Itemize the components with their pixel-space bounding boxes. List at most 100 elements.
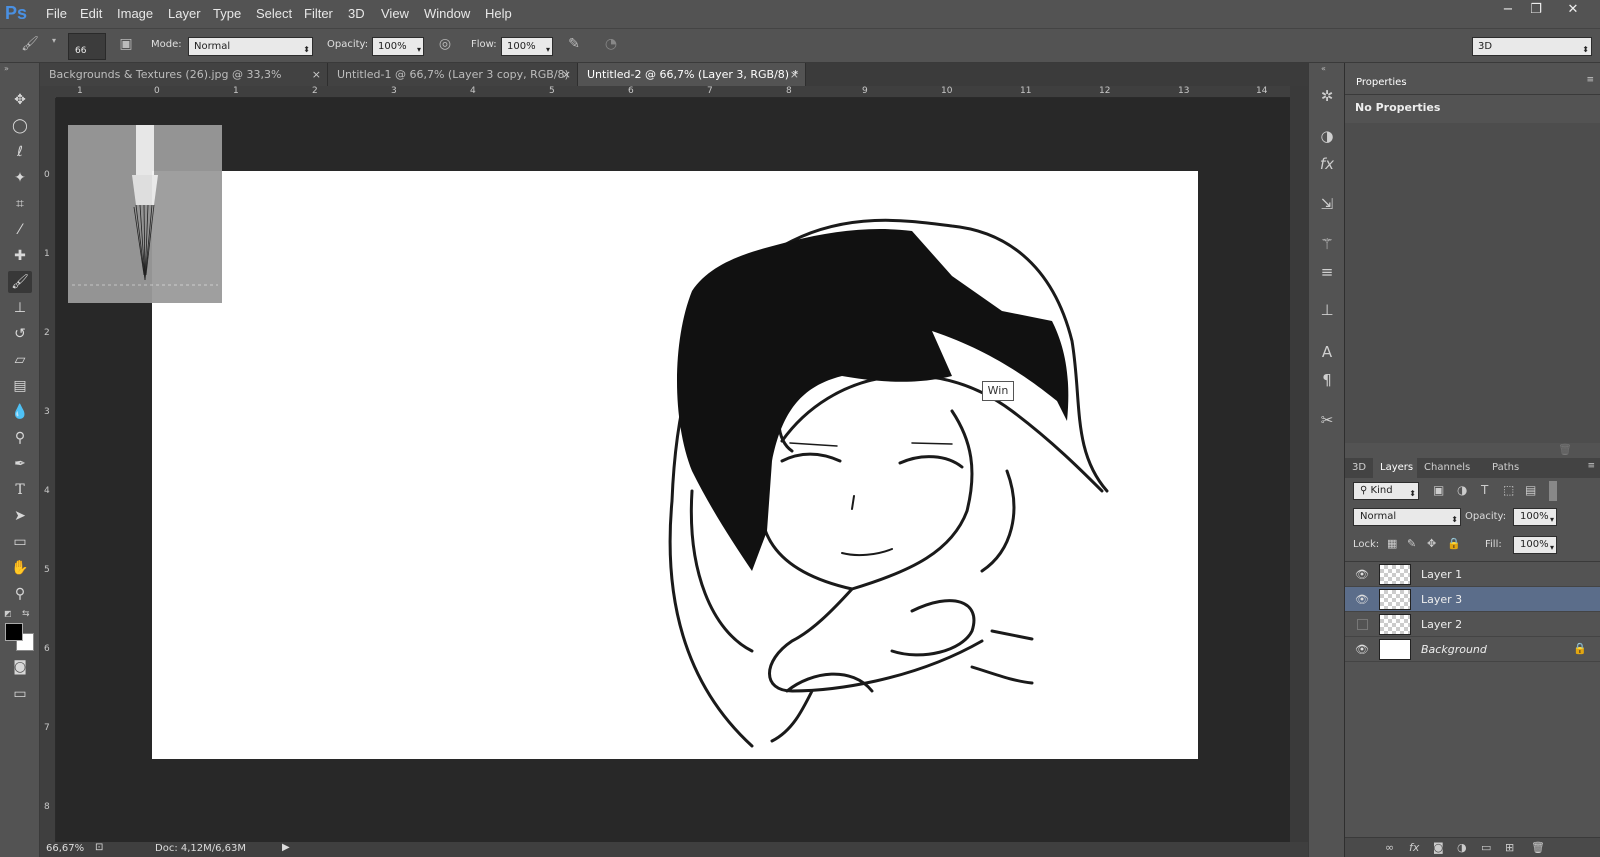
healing-tool-icon[interactable]: ✚	[8, 245, 32, 267]
airbrush-icon[interactable]: ✎	[564, 36, 584, 56]
brush-tool-icon[interactable]: 🖌	[8, 271, 32, 293]
workspace-select[interactable]: 3D ⬍	[1472, 37, 1592, 56]
menu-window[interactable]: Window	[424, 6, 470, 21]
stamp-tool-icon[interactable]: ⊥	[8, 297, 32, 319]
layer-row-background[interactable]: 👁 Background 🔒	[1345, 637, 1600, 662]
menu-image[interactable]: Image	[117, 6, 153, 21]
fx-icon[interactable]: fx	[1409, 841, 1419, 854]
eraser-tool-icon[interactable]: ▱	[8, 349, 32, 371]
trash-icon[interactable]: 🗑	[1558, 443, 1572, 456]
menu-help[interactable]: Help	[485, 6, 512, 21]
group-icon[interactable]: ▭	[1481, 841, 1491, 854]
eye-icon[interactable]: 👁	[1355, 643, 1369, 657]
menu-edit[interactable]: Edit	[80, 6, 102, 21]
zoom-level[interactable]: 66,67%	[46, 843, 84, 854]
tool-presets-icon[interactable]: ⊥	[1315, 299, 1339, 321]
brush-presets-icon[interactable]: ⚚	[1315, 233, 1339, 255]
paragraph-icon[interactable]: ¶	[1315, 369, 1339, 391]
tab-backgrounds[interactable]: Backgrounds & Textures (26).jpg @ 33,3% …	[40, 63, 328, 104]
menu-type[interactable]: Type	[213, 6, 241, 21]
eye-icon[interactable]: 👁	[1355, 593, 1369, 607]
opacity-field[interactable]: 100% ▾	[372, 37, 424, 56]
layer-row-2[interactable]: Layer 2	[1345, 612, 1600, 637]
canvas-area[interactable]: Win	[56, 98, 1308, 842]
pressure-opacity-icon[interactable]: ◎	[435, 36, 455, 56]
mode-select[interactable]: Normal ⬍	[188, 37, 313, 56]
minimize-button[interactable]: −	[1495, 2, 1521, 20]
brush-panel-icon[interactable]: ▣	[116, 36, 136, 56]
hand-tool-icon[interactable]: ✋	[8, 557, 32, 579]
pressure-size-icon[interactable]: ◔	[601, 36, 621, 56]
close-button[interactable]: ✕	[1560, 2, 1586, 20]
filter-shape-icon[interactable]: ⬚	[1503, 483, 1514, 497]
vertical-scrollbar[interactable]	[1290, 86, 1308, 842]
play-icon[interactable]: ▶	[282, 842, 290, 853]
foreground-color-swatch[interactable]	[5, 623, 23, 641]
close-tab-icon[interactable]: ×	[790, 63, 799, 86]
hidden-eye-box[interactable]	[1357, 619, 1368, 630]
brush-tool-preset-icon[interactable]: 🖌	[20, 36, 40, 56]
screen-mode-icon[interactable]: ▭	[8, 683, 32, 705]
marquee-tool-icon[interactable]: ◯	[8, 115, 32, 137]
tab-channels[interactable]: Channels	[1417, 458, 1478, 478]
new-layer-icon[interactable]: ⊞	[1505, 841, 1514, 854]
type-tool-icon[interactable]: T	[8, 479, 32, 501]
lasso-tool-icon[interactable]: ℓ	[8, 141, 32, 163]
panel-menu-icon[interactable]: ≡	[1587, 461, 1595, 471]
swap-colors-icon[interactable]: ⇆	[22, 609, 30, 619]
doc-info-icon[interactable]: ⊡	[95, 842, 103, 853]
tab-untitled-1[interactable]: Untitled-1 @ 66,7% (Layer 3 copy, RGB/8)…	[328, 63, 578, 104]
adjustment-icon[interactable]: ◑	[1457, 841, 1467, 854]
lock-position-icon[interactable]: ✥	[1427, 537, 1436, 550]
flow-field[interactable]: 100% ▾	[501, 37, 553, 56]
tab-layers[interactable]: Layers	[1373, 458, 1421, 478]
lock-pixels-icon[interactable]: ✎	[1407, 537, 1416, 550]
menu-file[interactable]: File	[46, 6, 67, 21]
eye-icon[interactable]: 👁	[1355, 568, 1369, 582]
close-tab-icon[interactable]: ×	[562, 63, 571, 86]
layer-row-1[interactable]: 👁 Layer 1	[1345, 562, 1600, 587]
shape-tool-icon[interactable]: ▭	[8, 531, 32, 553]
restore-button[interactable]: ❐	[1523, 2, 1549, 20]
adjustments-icon[interactable]: ◑	[1315, 125, 1339, 147]
menu-view[interactable]: View	[381, 6, 409, 21]
lock-transparent-icon[interactable]: ▦	[1387, 537, 1397, 550]
default-colors-icon[interactable]: ◩	[4, 609, 14, 619]
menu-3d[interactable]: 3D	[348, 6, 365, 21]
filter-smart-object-icon[interactable]: ▤	[1525, 483, 1536, 497]
trash-icon[interactable]: 🗑	[1531, 841, 1545, 854]
3d-axis-icon[interactable]: ✲	[1315, 85, 1339, 107]
menu-layer[interactable]: Layer	[168, 6, 201, 21]
clone-source-icon[interactable]: ⇲	[1315, 193, 1339, 215]
crop-tool-icon[interactable]: ⌗	[8, 193, 32, 215]
fill-field[interactable]: 100% ▾	[1513, 536, 1557, 554]
lock-all-icon[interactable]: 🔒	[1447, 537, 1461, 550]
close-tab-icon[interactable]: ×	[312, 63, 321, 86]
collapse-icon[interactable]: »	[4, 64, 9, 73]
brush-size-picker[interactable]: 66	[68, 33, 106, 60]
tab-untitled-2[interactable]: Untitled-2 @ 66,7% (Layer 3, RGB/8) * ×	[578, 63, 806, 86]
eyedropper-tool-icon[interactable]: ⁄	[8, 219, 32, 241]
filter-toggle[interactable]	[1549, 481, 1557, 501]
tab-paths[interactable]: Paths	[1485, 458, 1527, 478]
styles-icon[interactable]: fx	[1315, 153, 1339, 175]
link-icon[interactable]: ∞	[1385, 841, 1394, 854]
zoom-tool-icon[interactable]: ⚲	[8, 583, 32, 605]
layer-row-3[interactable]: 👁 Layer 3	[1345, 587, 1600, 612]
character-icon[interactable]: A	[1315, 341, 1339, 363]
mask-icon[interactable]: ◙	[1433, 841, 1444, 854]
tools-icon[interactable]: ✂	[1315, 409, 1339, 431]
move-tool-icon[interactable]: ✥	[8, 89, 32, 111]
pen-tool-icon[interactable]: ✒	[8, 453, 32, 475]
chevron-down-icon[interactable]: ▾	[44, 36, 64, 56]
filter-adjustment-icon[interactable]: ◑	[1457, 483, 1467, 497]
collapse-icon[interactable]: «	[1321, 64, 1326, 73]
document-canvas[interactable]	[152, 171, 1198, 759]
layer-opacity-field[interactable]: 100% ▾	[1513, 508, 1557, 526]
path-select-tool-icon[interactable]: ➤	[8, 505, 32, 527]
gradient-tool-icon[interactable]: ▤	[8, 375, 32, 397]
brush-settings-icon[interactable]: ≡	[1315, 261, 1339, 283]
filter-pixel-icon[interactable]: ▣	[1433, 483, 1444, 497]
tab-properties[interactable]: Properties	[1349, 73, 1414, 93]
quick-select-tool-icon[interactable]: ✦	[8, 167, 32, 189]
